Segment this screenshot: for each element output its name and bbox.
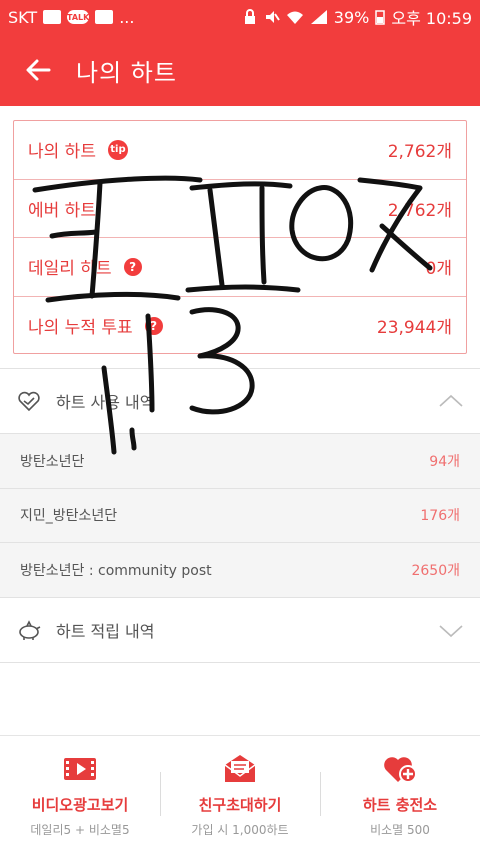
video-ad-label: 비디오광고보기: [31, 795, 129, 814]
heart-charge-button[interactable]: 하트 충전소 비소멸 500: [320, 736, 480, 853]
back-button[interactable]: [0, 34, 76, 106]
help-badge[interactable]: ?: [123, 257, 142, 276]
lock-icon: [244, 9, 255, 24]
heart-row-value: 2,762개: [387, 200, 452, 221]
list-item: 지민_방탄소년단 176개: [0, 489, 480, 543]
heart-row-daily: 데일리 하트 ? 0개: [14, 238, 466, 297]
heart-plus-icon: [384, 756, 417, 783]
battery-icon: [375, 10, 386, 25]
list-item: 방탄소년단 : community post 2650개: [0, 543, 480, 598]
mail-icon: [224, 754, 256, 782]
heart-row-my: 나의 하트 tip 2,762개: [14, 121, 466, 180]
help-badge[interactable]: ?: [144, 316, 163, 335]
wifi-icon: [286, 11, 303, 24]
chevron-up-icon[interactable]: [438, 388, 464, 414]
heart-row-total-votes: 나의 누적 투표 ? 23,944개: [14, 297, 466, 356]
usage-section-header[interactable]: 하트 사용 내역: [0, 368, 480, 434]
carrier-label: SKT: [8, 7, 38, 27]
kakaotalk-notification-icon: TALK: [67, 10, 89, 24]
more-notifications: ...: [119, 7, 135, 27]
earn-section-header[interactable]: 하트 적립 내역: [0, 597, 480, 663]
list-item: 방탄소년단 94개: [0, 434, 480, 489]
arrow-left-icon: [26, 59, 51, 81]
usage-item-amount: 2650개: [411, 562, 460, 579]
battery-percent: 39%: [333, 7, 370, 27]
usage-item-name: 지민_방탄소년단: [20, 508, 118, 525]
chevron-down-icon[interactable]: [438, 617, 464, 643]
usage-item-amount: 94개: [429, 453, 460, 470]
usage-list: 방탄소년단 94개 지민_방탄소년단 176개 방탄소년단 : communit…: [0, 434, 480, 598]
video-ad-sub: 데일리5 + 비소멸5: [30, 822, 130, 837]
heart-summary-box: 나의 하트 tip 2,762개 에버 하트 2,762개 데일리 하트 ? 0…: [13, 120, 467, 354]
heart-row-ever: 에버 하트 2,762개: [14, 180, 466, 238]
clock: 오후 10:59: [391, 9, 472, 28]
heart-charge-sub: 비소멸 500: [370, 822, 430, 837]
heart-row-label: 에버 하트: [28, 200, 96, 221]
heart-row-label: 나의 누적 투표: [28, 318, 133, 339]
invite-friend-button[interactable]: 친구초대하기 가입 시 1,000하트: [160, 736, 320, 853]
bottom-action-bar: 비디오광고보기 데일리5 + 비소멸5 친구초대하기 가입 시 1,000하트 …: [0, 735, 480, 853]
usage-item-amount: 176개: [420, 508, 460, 525]
status-bar: SKT TALK ... 39% 오후 10:59: [0, 0, 480, 34]
heart-outline-icon: [18, 391, 40, 411]
app-bar: 나의 하트: [0, 34, 480, 106]
heart-row-value: 0개: [425, 259, 452, 280]
earn-section-title: 하트 적립 내역: [56, 621, 155, 641]
usage-section-title: 하트 사용 내역: [56, 392, 155, 412]
video-ad-button[interactable]: 비디오광고보기 데일리5 + 비소멸5: [0, 736, 160, 853]
heart-row-value: 23,944개: [376, 318, 452, 339]
usage-item-name: 방탄소년단: [20, 453, 85, 470]
invite-friend-label: 친구초대하기: [198, 795, 282, 814]
signal-icon: [310, 10, 327, 24]
gallery-notification-icon: [43, 10, 62, 24]
heart-row-label: 나의 하트: [28, 142, 96, 163]
heart-charge-label: 하트 충전소: [362, 795, 438, 814]
folder-notification-icon: [95, 10, 114, 24]
video-icon: [64, 757, 96, 780]
page-title: 나의 하트: [76, 58, 177, 87]
piggy-bank-icon: [19, 619, 41, 640]
heart-row-value: 2,762개: [387, 142, 452, 163]
mute-icon: [265, 11, 280, 23]
usage-item-name: 방탄소년단 : community post: [20, 562, 212, 579]
tip-badge[interactable]: tip: [107, 139, 128, 160]
invite-friend-sub: 가입 시 1,000하트: [191, 822, 289, 837]
heart-row-label: 데일리 하트: [28, 259, 112, 280]
